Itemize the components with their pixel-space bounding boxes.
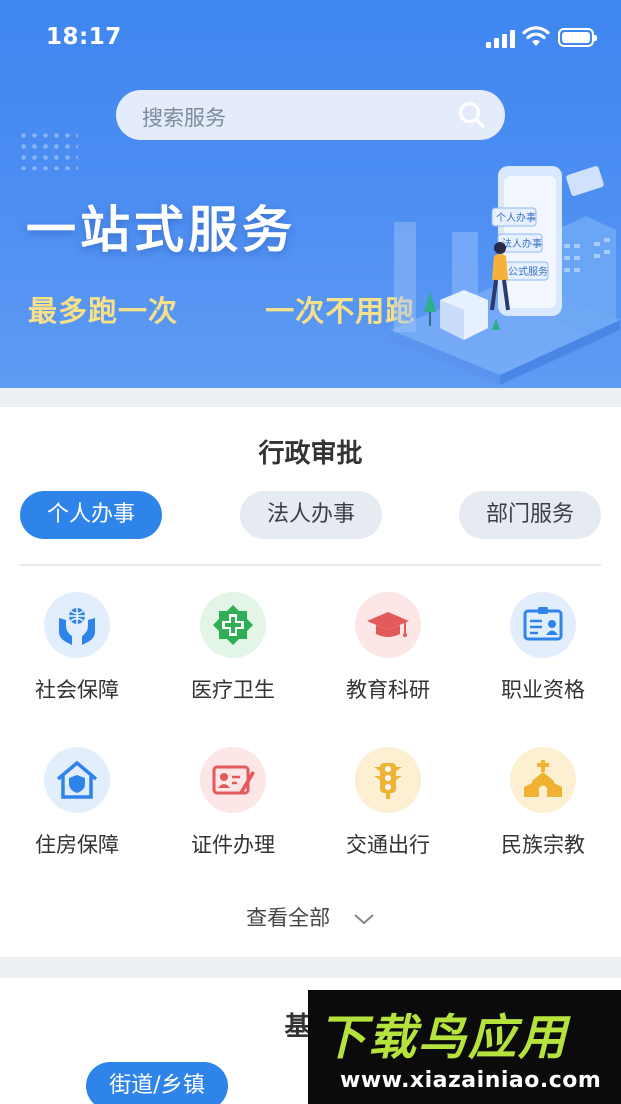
status-time: 18:17	[46, 24, 122, 50]
service-qualification[interactable]: 职业资格	[483, 592, 603, 704]
divider	[20, 564, 601, 566]
illustration-label-0: 个人办事	[496, 211, 536, 224]
service-housing[interactable]: 住房保障	[17, 747, 137, 859]
watermark: 下载鸟应用 www.xiazainiao.com	[308, 990, 621, 1104]
watermark-title: 下载鸟应用	[318, 1010, 569, 1066]
medical-icon	[200, 592, 266, 658]
status-bar: 18:17	[0, 0, 621, 76]
watermark-url: www.xiazainiao.com	[340, 1068, 602, 1093]
search-input[interactable]: 搜索服务	[116, 90, 505, 140]
service-social-security[interactable]: 社会保障	[17, 592, 137, 704]
banner-illustration: 个人办事 法人办事 公式服务	[390, 166, 620, 385]
section-title-admin: 行政审批	[258, 439, 363, 469]
service-label: 住房保障	[35, 833, 119, 857]
social-security-icon	[44, 592, 110, 658]
service-medical[interactable]: 医疗卫生	[173, 592, 293, 704]
admin-approval-card: 行政审批 个人办事 法人办事 部门服务 社会保障 医疗卫生 教育科研 职业资格 …	[0, 407, 621, 957]
cellular-signal-icon	[486, 28, 516, 48]
tab-department[interactable]: 部门服务	[459, 491, 601, 539]
banner-subtitle: 最多跑一次 一次不用跑	[28, 294, 416, 328]
view-all-label: 查看全部	[246, 906, 331, 930]
search-placeholder: 搜索服务	[142, 106, 226, 130]
banner-title: 一站式服务	[26, 201, 296, 259]
service-label: 医疗卫生	[191, 678, 275, 702]
search-icon[interactable]	[457, 100, 487, 130]
illustration-label-2: 公式服务	[508, 265, 548, 278]
service-label: 教育科研	[346, 678, 430, 702]
id-card-icon	[510, 592, 576, 658]
service-label: 民族宗教	[501, 833, 585, 857]
battery-icon	[558, 28, 597, 47]
tab-personal[interactable]: 个人办事	[20, 491, 162, 539]
service-label: 社会保障	[35, 678, 119, 702]
decorative-dots	[18, 130, 78, 170]
house-shield-icon	[44, 747, 110, 813]
service-certificate[interactable]: 证件办理	[173, 747, 293, 859]
graduation-cap-icon	[355, 592, 421, 658]
service-label: 职业资格	[501, 678, 585, 702]
service-label: 证件办理	[191, 833, 275, 857]
service-education[interactable]: 教育科研	[328, 592, 448, 704]
service-ethnic-religion[interactable]: 民族宗教	[483, 747, 603, 859]
chevron-down-icon	[354, 914, 374, 925]
hero-banner[interactable]: 18:17 搜索服务 一站式服务 最多跑一次 一次不用跑 个人办事 法人办事 公…	[0, 0, 621, 388]
temple-icon	[510, 747, 576, 813]
traffic-light-icon	[355, 747, 421, 813]
certificate-icon	[200, 747, 266, 813]
tab-street-town[interactable]: 街道/乡镇	[86, 1062, 228, 1104]
service-traffic[interactable]: 交通出行	[328, 747, 448, 859]
view-all-link[interactable]: 查看全部	[0, 902, 621, 932]
tab-legal-person[interactable]: 法人办事	[240, 491, 382, 539]
wifi-icon	[522, 26, 550, 46]
service-label: 交通出行	[346, 833, 430, 857]
illustration-label-1: 法人办事	[502, 237, 542, 250]
